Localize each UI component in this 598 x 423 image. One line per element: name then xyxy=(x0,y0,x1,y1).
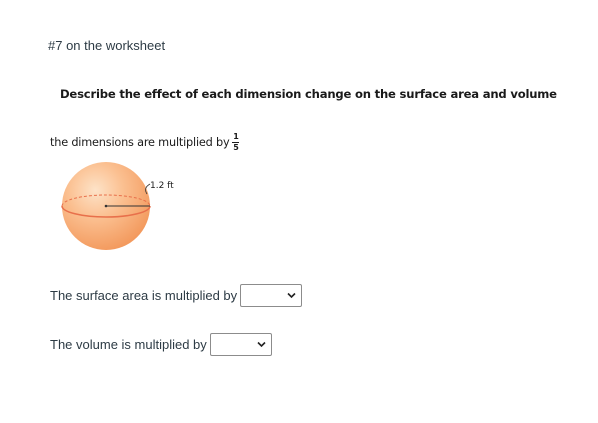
dimension-change-statement: the dimensions are multiplied by 1 5 xyxy=(50,129,240,155)
surface-area-dropdown[interactable] xyxy=(240,284,303,307)
sphere-center-point xyxy=(104,204,108,208)
question-title: #7 on the worksheet xyxy=(48,38,166,53)
volume-question: The volume is multiplied by xyxy=(50,333,272,356)
fraction-numerator: 1 xyxy=(233,131,239,141)
sphere-figure: 1.2 ft xyxy=(61,162,174,250)
chevron-down-icon xyxy=(287,292,296,299)
question-instruction: Describe the effect of each dimension ch… xyxy=(60,87,557,101)
surface-area-question: The surface area is multiplied by xyxy=(50,284,303,307)
chevron-down-icon xyxy=(257,341,266,348)
radius-label: 1.2 ft xyxy=(150,181,174,191)
dimension-change-text: the dimensions are multiplied by xyxy=(50,135,230,149)
fraction-denominator: 5 xyxy=(233,142,239,152)
volume-dropdown[interactable] xyxy=(209,333,272,356)
surface-area-label: The surface area is multiplied by xyxy=(50,288,238,303)
scale-fraction: 1 5 xyxy=(232,131,240,152)
volume-label: The volume is multiplied by xyxy=(50,337,207,352)
